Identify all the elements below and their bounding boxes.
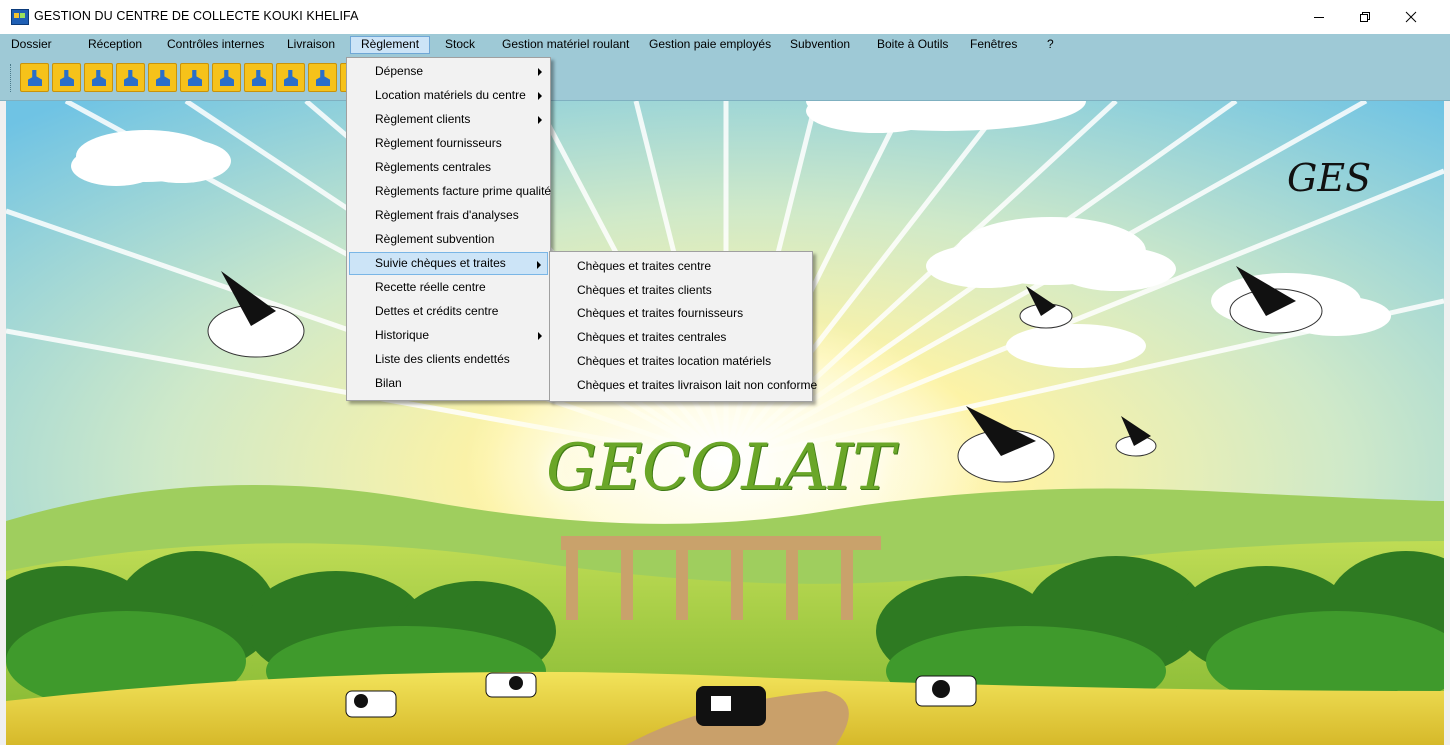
toolbar [0,56,1450,101]
menu-reglement[interactable]: Règlement [350,36,431,54]
title-bar: GESTION DU CENTRE DE COLLECTE KOUKI KHEL… [0,0,1450,34]
toolbar-button-5[interactable] [148,63,177,92]
submenu-arrow-icon [538,68,542,76]
toolbar-button-3[interactable] [84,63,113,92]
menu-item-reglement-subvention[interactable]: Règlement subvention [349,228,548,251]
menu-item-label: Règlement clients [375,112,471,126]
toolbar-button-8[interactable] [244,63,273,92]
menu-fenetres[interactable]: Fenêtres [970,37,1017,51]
menu-item-clients-endettes[interactable]: Liste des clients endettés [349,348,548,371]
submenu-item-cheques-livraison-non-conforme[interactable]: Chèques et traites livraison lait non co… [552,374,817,397]
menu-item-label: Suivie chèques et traites [375,256,506,270]
gecolait-logo: GECOLAIT [546,431,895,505]
menu-item-depense[interactable]: Dépense [349,60,548,83]
corner-logo-text: GES [1287,156,1372,200]
menu-item-dettes-credits[interactable]: Dettes et crédits centre [349,300,548,323]
gecolait-logo-text: GECOLAIT [546,431,895,505]
corner-logo: GES [1287,156,1371,200]
menu-livraison[interactable]: Livraison [287,37,335,51]
menu-item-facture-prime-qualite[interactable]: Règlements facture prime qualité [349,180,552,203]
submenu-item-cheques-fournisseurs[interactable]: Chèques et traites fournisseurs [552,302,810,325]
background-illustration: GECOLAIT GES [6,101,1444,745]
menu-subvention[interactable]: Subvention [790,37,850,51]
menu-stock[interactable]: Stock [445,37,475,51]
restore-icon[interactable] [1342,0,1388,34]
submenu-arrow-icon [538,116,542,124]
menu-item-label: Règlement frais d'analyses [375,208,519,222]
menu-reception[interactable]: Réception [88,37,142,51]
menu-item-reglement-fournisseurs[interactable]: Règlement fournisseurs [349,132,548,155]
menu-boite-a-outils[interactable]: Boite à Outils [877,37,948,51]
menu-item-label: Dépense [375,64,424,78]
menu-item-historique[interactable]: Historique [349,324,548,347]
menu-item-label: Règlement fournisseurs [375,136,502,150]
landscape-illustration [6,101,1444,745]
menu-item-reglements-centrales[interactable]: Règlements centrales [349,156,548,179]
menu-gestion-paie-employes[interactable]: Gestion paie employés [649,37,771,51]
submenu-arrow-icon [538,332,542,340]
toolbar-button-9[interactable] [276,63,305,92]
menu-item-recette-reelle[interactable]: Recette réelle centre [349,276,548,299]
close-icon[interactable] [1388,0,1434,34]
menu-help[interactable]: ? [1047,37,1054,51]
menu-gestion-materiel-roulant[interactable]: Gestion matériel roulant [502,37,629,51]
menu-item-reglement-clients[interactable]: Règlement clients [349,108,548,131]
toolbar-button-4[interactable] [116,63,145,92]
toolbar-button-10[interactable] [308,63,337,92]
menu-item-bilan[interactable]: Bilan [349,372,548,395]
app-icon [11,9,29,25]
menu-item-label: Dettes et crédits centre [375,304,499,318]
submenu-item-cheques-centre[interactable]: Chèques et traites centre [552,255,810,278]
menu-item-label: Liste des clients endettés [375,352,510,366]
menu-item-label: Règlement subvention [375,232,495,246]
menu-item-label: Bilan [375,376,402,390]
toolbar-grip[interactable] [10,64,14,92]
cheques-submenu: Chèques et traites centre Chèques et tra… [549,251,817,402]
toolbar-button-6[interactable] [180,63,209,92]
menu-item-label: Règlements facture prime qualité [375,184,552,198]
submenu-arrow-icon [537,261,541,269]
submenu-arrow-icon [538,92,542,100]
menu-item-label: Historique [375,328,430,342]
menu-dossier[interactable]: Dossier [11,37,52,51]
menu-item-suivie-cheques-traites[interactable]: Suivie chèques et traites [349,252,548,275]
menu-item-label: Location matériels du centre [375,88,526,102]
reglement-dropdown: Dépense Location matériels du centre Règ… [346,57,551,401]
window-title: GESTION DU CENTRE DE COLLECTE KOUKI KHEL… [34,9,359,23]
toolbar-button-2[interactable] [52,63,81,92]
menu-controles-internes[interactable]: Contrôles internes [167,37,264,51]
menu-item-label: Recette réelle centre [375,280,486,294]
submenu-item-cheques-clients[interactable]: Chèques et traites clients [552,279,810,302]
minimize-icon[interactable] [1296,0,1342,34]
toolbar-button-1[interactable] [20,63,49,92]
submenu-item-cheques-location-materiels[interactable]: Chèques et traites location matériels [552,350,810,373]
menu-item-location-materiels[interactable]: Location matériels du centre [349,84,548,107]
submenu-item-cheques-centrales[interactable]: Chèques et traites centrales [552,326,810,349]
menu-item-label: Règlements centrales [375,160,492,174]
menu-bar: Dossier Réception Contrôles internes Liv… [0,34,1450,56]
menu-item-frais-analyses[interactable]: Règlement frais d'analyses [349,204,548,227]
toolbar-button-7[interactable] [212,63,241,92]
